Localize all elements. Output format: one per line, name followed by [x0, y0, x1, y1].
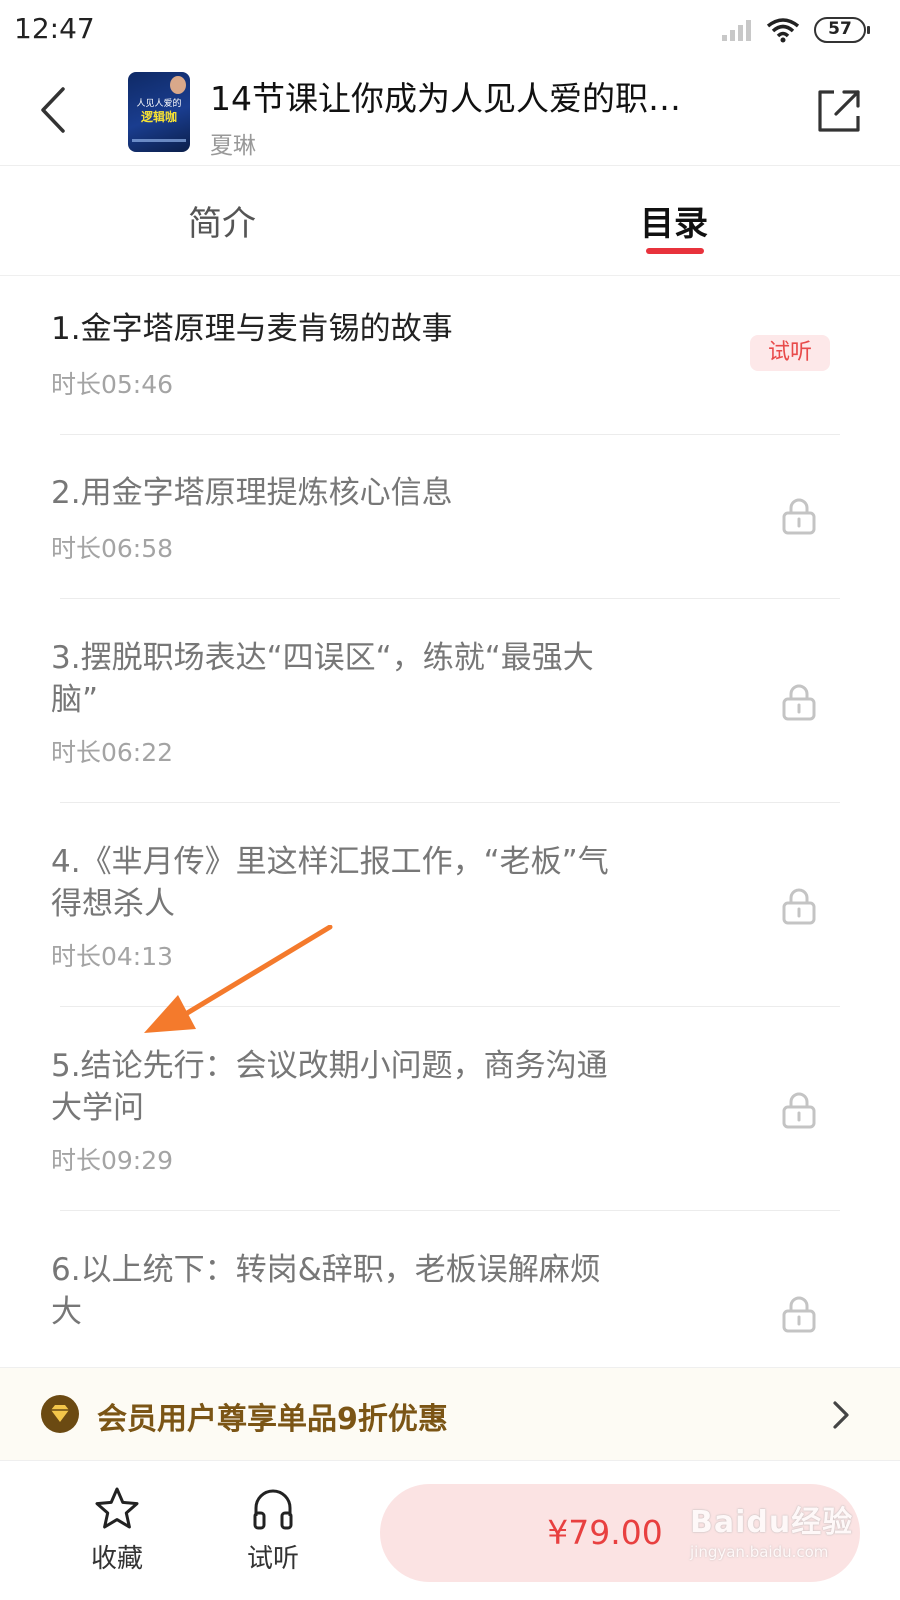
battery-indicator: 57	[814, 17, 870, 43]
headphones-icon	[253, 1489, 293, 1530]
star-icon	[95, 1487, 139, 1529]
member-diamond-icon	[41, 1395, 79, 1433]
lesson-duration: 时长09:29	[51, 1146, 174, 1175]
lesson-duration: 时长05:46	[51, 370, 174, 399]
course-title: 14节课让你成为人见人爱的职…	[210, 79, 681, 118]
lock-icon	[782, 888, 816, 925]
lesson-title: 3.摆脱职场表达“四误区“，练就“最强大脑”	[51, 640, 594, 718]
lesson-title: 4.《芈月传》里这样汇报工作，“老板”气得想杀人	[51, 844, 609, 922]
lesson-list[interactable]: 1.金字塔原理与麦肯锡的故事 时长05:46 试听 2.用金字塔原理提炼核心信息…	[0, 277, 900, 1367]
cellular-signal-icon	[722, 20, 751, 41]
lesson-title: 6.以上统下：转岗&辞职，老板误解麻烦大	[51, 1252, 601, 1330]
chevron-left-icon	[41, 87, 65, 133]
status-time: 12:47	[14, 12, 95, 45]
lesson-title: 1.金字塔原理与麦肯锡的故事	[51, 311, 453, 347]
favorite-button[interactable]: 收藏	[72, 1486, 162, 1586]
favorite-label: 收藏	[90, 1544, 143, 1574]
watermark-brand: Baidu经验	[690, 1505, 854, 1540]
course-author[interactable]: 夏琳	[210, 126, 256, 160]
tab-catalog[interactable]: 目录	[640, 196, 708, 245]
lesson-item[interactable]: 6.以上统下：转岗&辞职，老板误解麻烦大	[0, 1211, 900, 1367]
active-tab-indicator	[646, 248, 704, 254]
lock-icon	[782, 1092, 816, 1129]
lesson-title: 2.用金字塔原理提炼核心信息	[51, 475, 453, 511]
watermark-url: jingyan.baidu.com	[690, 1543, 829, 1561]
tab-bar: 简介 目录	[0, 166, 900, 276]
tab-intro[interactable]: 简介	[188, 196, 256, 245]
chevron-right-icon	[833, 1401, 849, 1429]
lock-icon	[782, 1296, 816, 1333]
share-icon	[818, 90, 860, 132]
cover-decoration	[132, 139, 186, 142]
trial-listen-label: 试听	[246, 1544, 299, 1574]
share-button[interactable]	[814, 86, 864, 136]
trial-listen-button[interactable]: 试听	[228, 1486, 318, 1586]
lesson-item[interactable]: 3.摆脱职场表达“四误区“，练就“最强大脑” 时长06:22	[0, 599, 900, 803]
course-cover-image[interactable]: 人见人爱的 逻辑咖	[128, 72, 190, 152]
lesson-duration: 时长06:58	[51, 534, 174, 563]
member-discount-text: 会员用户尊享单品9折优惠	[97, 1402, 448, 1437]
trial-badge: 试听	[750, 335, 830, 371]
status-icons: 57	[720, 14, 870, 46]
back-button[interactable]	[30, 82, 74, 138]
lesson-item[interactable]: 2.用金字塔原理提炼核心信息 时长06:58	[0, 435, 900, 599]
lock-icon	[782, 684, 816, 721]
lesson-item[interactable]: 1.金字塔原理与麦肯锡的故事 时长05:46 试听	[0, 277, 900, 441]
watermark: Baidu经验 jingyan.baidu.com	[690, 1485, 870, 1585]
status-bar: 12:47 57	[0, 0, 900, 60]
lesson-title: 5.结论先行：会议改期小问题，商务沟通大学问	[51, 1048, 608, 1126]
annotation-arrow-icon	[144, 925, 333, 1033]
cover-portrait	[170, 76, 186, 94]
course-header: 人见人爱的 逻辑咖 14节课让你成为人见人爱的职… 夏琳	[0, 60, 900, 166]
cover-text-line2: 逻辑咖	[140, 110, 177, 124]
lock-icon	[782, 498, 816, 535]
lesson-duration: 时长06:22	[51, 738, 174, 767]
member-discount-bar[interactable]: 会员用户尊享单品9折优惠	[0, 1367, 900, 1461]
wifi-icon	[766, 18, 800, 43]
